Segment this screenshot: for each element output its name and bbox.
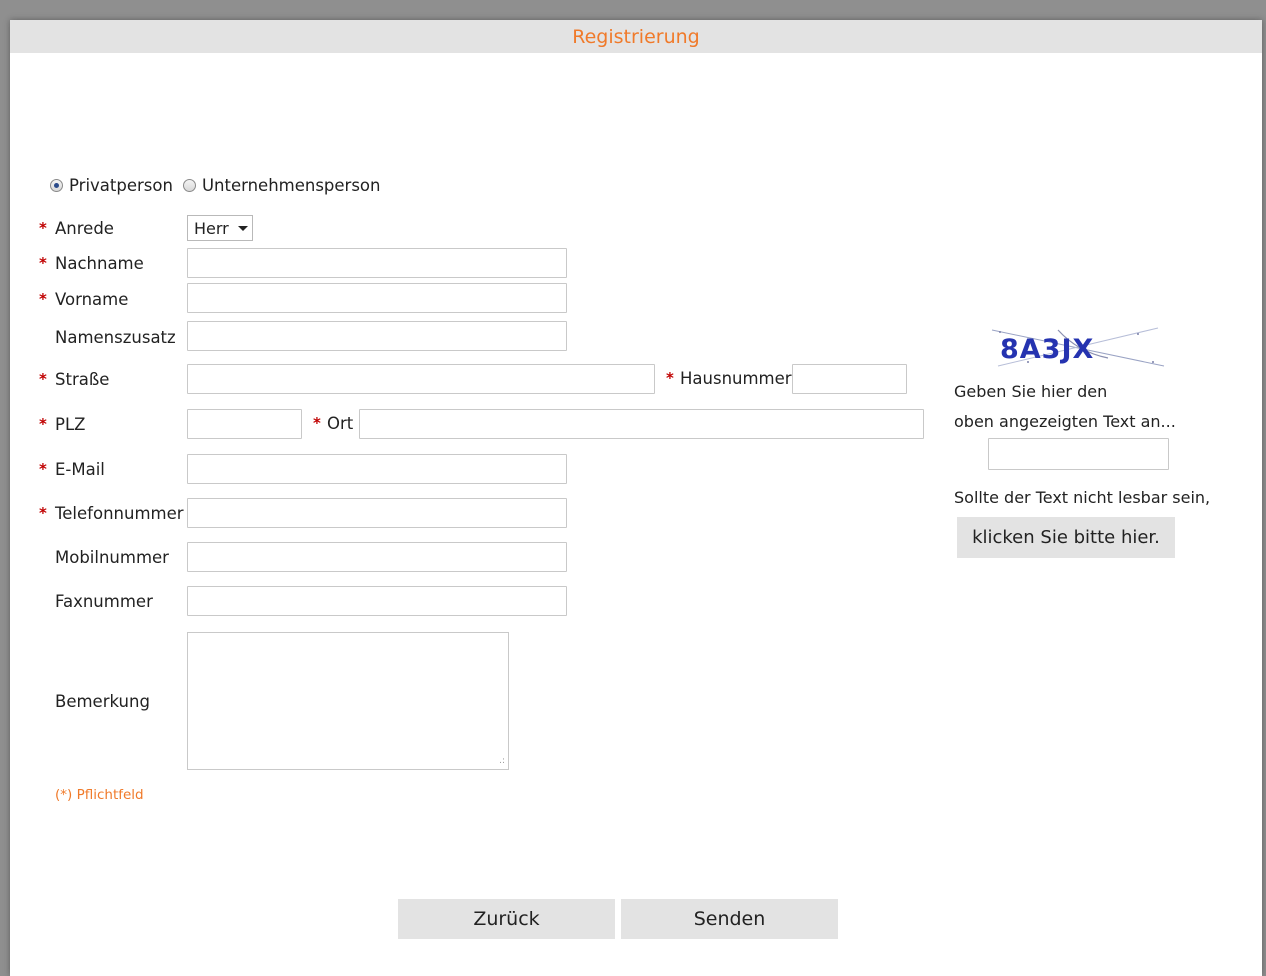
captcha-input[interactable] [988,438,1169,470]
required-star: * [39,415,47,433]
required-star: * [39,504,47,522]
telefonnummer-input[interactable] [187,498,567,528]
ort-input[interactable] [359,409,924,439]
vorname-label-row: * Vorname [39,288,128,310]
faxnummer-label-row: Faxnummer [39,590,153,612]
namenszusatz-label-row: Namenszusatz [39,326,176,348]
strasse-label-row: * Straße [39,368,109,390]
required-star: * [39,460,47,478]
vorname-label: Vorname [55,289,129,309]
send-button[interactable]: Senden [621,899,838,939]
required-hint: (*) Pflichtfeld [55,787,144,803]
email-input[interactable] [187,454,567,484]
bemerkung-textarea-wrap: .: [187,632,509,770]
telefonnummer-label-row: * Telefonnummer [39,502,184,524]
plz-input[interactable] [187,409,302,439]
bemerkung-label-row: Bemerkung [39,690,150,712]
telefonnummer-label: Telefonnummer [55,503,184,523]
required-star: * [39,219,47,237]
anrede-select[interactable]: Herr [187,215,253,241]
email-label-row: * E-Mail [39,458,105,480]
hausnummer-label: Hausnummer [680,368,792,388]
captcha-refresh-button[interactable]: klicken Sie bitte hier. [957,517,1175,558]
captcha-instruction-2: oben angezeigten Text an... [954,412,1176,431]
namenszusatz-input[interactable] [187,321,567,351]
registration-window: Registrierung Privatperson Unternehmensp… [10,20,1262,976]
hausnummer-input[interactable] [792,364,907,394]
mobilnummer-label: Mobilnummer [55,547,169,567]
window-title: Registrierung [572,26,700,48]
captcha-text: 8A3JX [1000,334,1094,365]
back-button[interactable]: Zurück [398,899,615,939]
email-label: E-Mail [55,459,105,479]
ort-label: Ort [327,413,354,433]
bemerkung-textarea[interactable] [187,632,509,770]
plz-label: PLZ [55,414,86,434]
chevron-down-icon [237,225,248,231]
nachname-label: Nachname [55,253,144,273]
resize-grip-icon[interactable]: .: [499,757,505,766]
required-star: * [39,254,47,272]
faxnummer-label: Faxnummer [55,591,153,611]
window-titlebar: Registrierung [10,20,1262,53]
anrede-selected-value: Herr [194,218,229,238]
person-type-group: Privatperson Unternehmensperson [50,174,391,196]
ort-label-row: * Ort [313,412,353,434]
hausnummer-label-row: * Hausnummer [666,367,792,389]
anrede-label-row: * Anrede [39,217,114,239]
captcha-instruction-1: Geben Sie hier den [954,382,1108,401]
namenszusatz-label: Namenszusatz [55,327,176,347]
vorname-input[interactable] [187,283,567,313]
radio-unternehmensperson-label[interactable]: Unternehmensperson [202,176,381,195]
required-star: * [313,414,321,432]
nachname-label-row: * Nachname [39,252,144,274]
radio-unternehmensperson[interactable] [182,178,196,192]
bemerkung-label: Bemerkung [55,691,150,711]
strasse-label: Straße [55,369,110,389]
captcha-unreadable-text: Sollte der Text nicht lesbar sein, [954,488,1211,507]
mobilnummer-input[interactable] [187,542,567,572]
radio-privatperson-label[interactable]: Privatperson [69,176,173,195]
captcha-image: 8A3JX [991,327,1165,367]
anrede-label: Anrede [55,218,114,238]
faxnummer-input[interactable] [187,586,567,616]
plz-label-row: * PLZ [39,413,85,435]
strasse-input[interactable] [187,364,655,394]
required-star: * [666,369,674,387]
radio-privatperson[interactable] [50,178,63,192]
required-star: * [39,370,47,388]
mobilnummer-label-row: Mobilnummer [39,546,169,568]
nachname-input[interactable] [187,248,567,278]
required-star: * [39,290,47,308]
